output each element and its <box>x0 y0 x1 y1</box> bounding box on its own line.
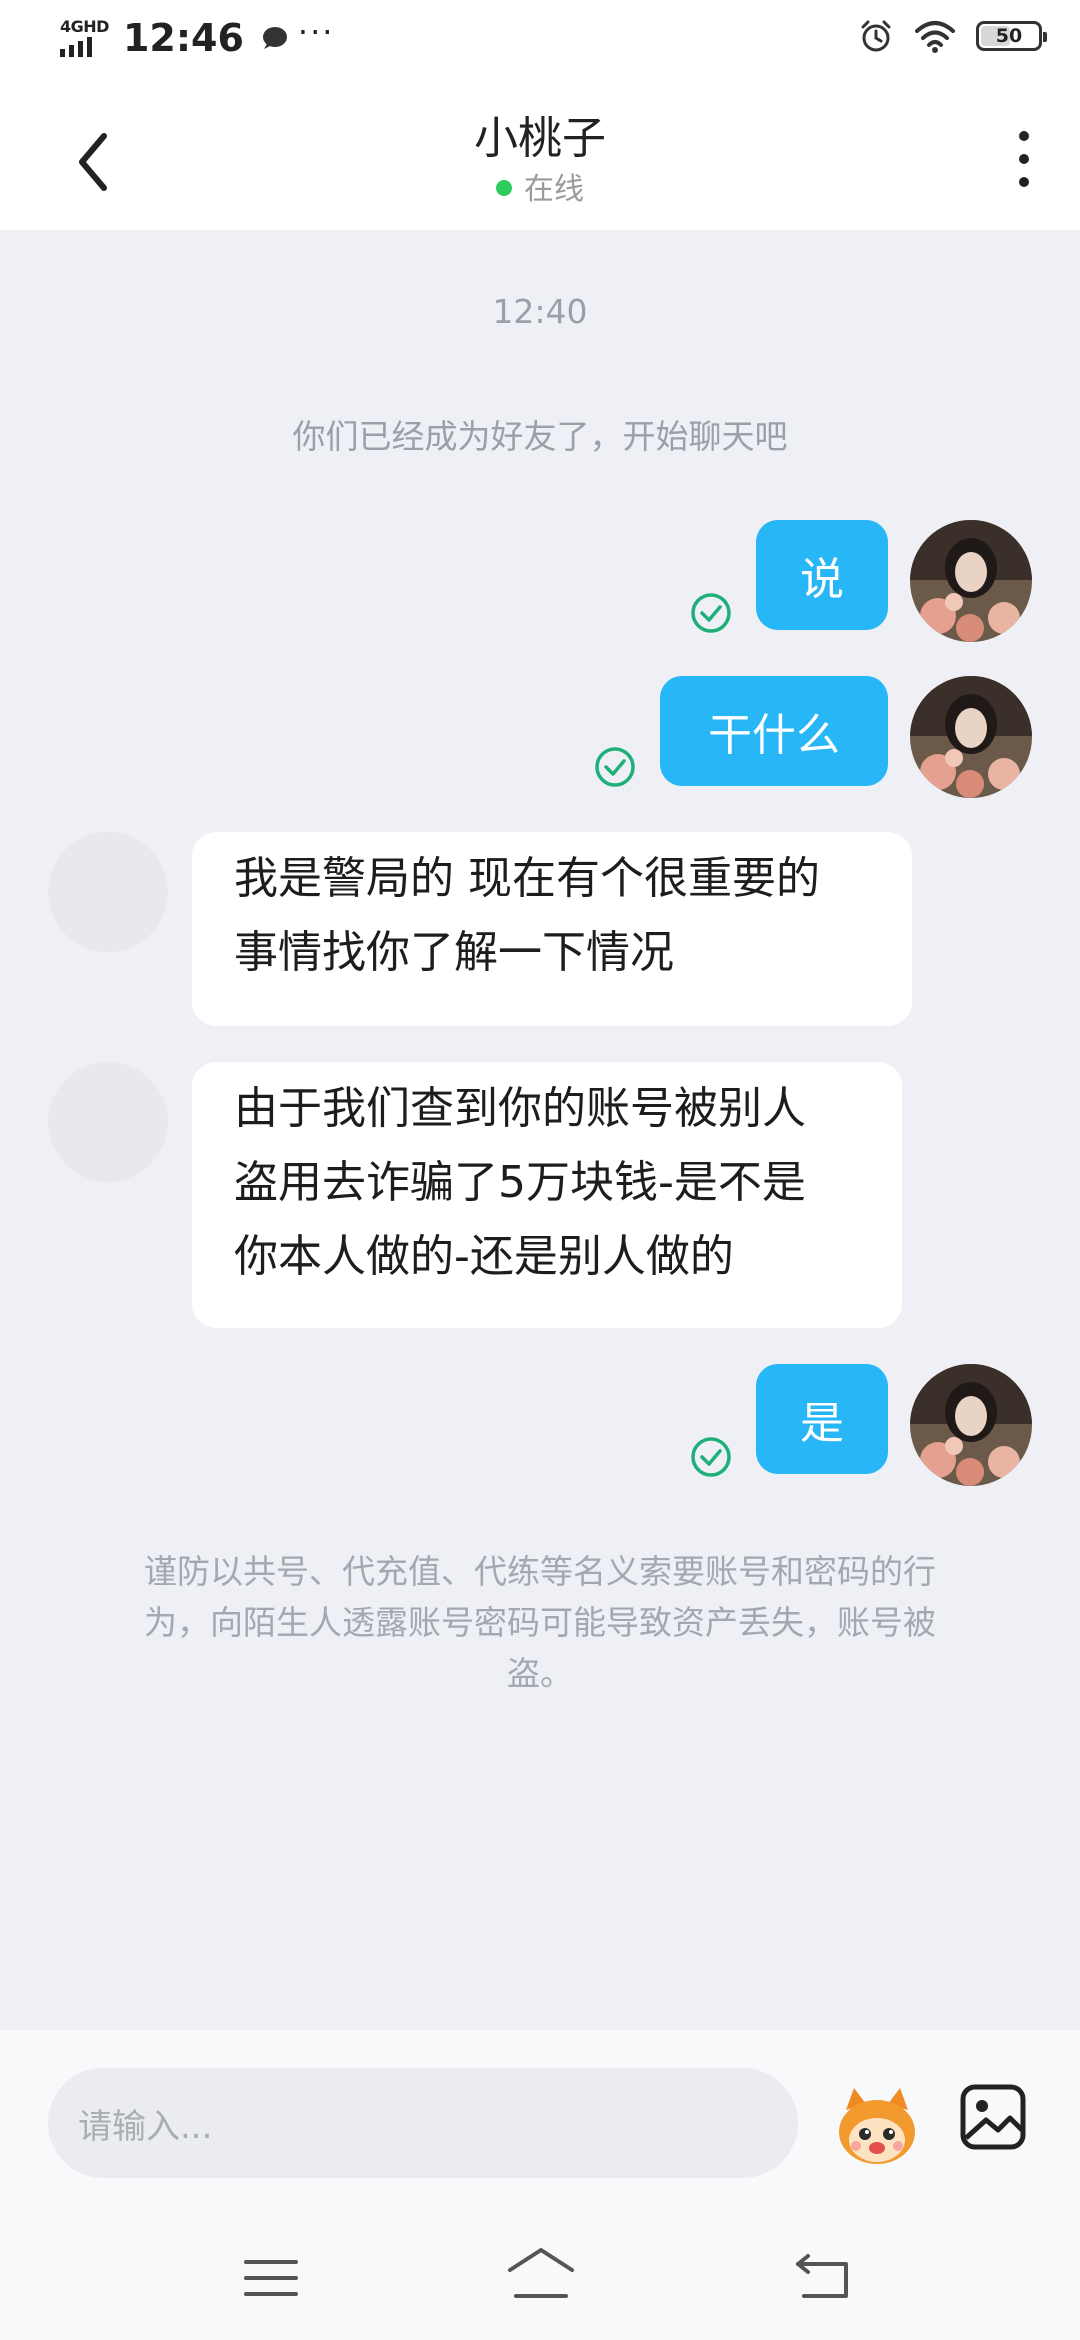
message-text: 干什么 <box>708 710 840 761</box>
status-left: 4GHD 12:46 ··· <box>60 13 335 60</box>
message-text-line: 事情找你了解一下情况 <box>234 927 674 978</box>
message-bubble-received[interactable]: 我是警局的 现在有个很重要的 事情找你了解一下情况 <box>192 832 912 1026</box>
status-right: 50 <box>858 18 1047 54</box>
message-bubble-received[interactable]: 由于我们查到你的账号被别人 盗用去诈骗了5万块钱-是不是 你本人做的-还是别人做… <box>192 1062 902 1328</box>
more-vertical-icon[interactable] <box>1012 124 1036 194</box>
input-bar: 请输入... <box>0 2030 1080 2220</box>
system-message: 你们已经成为好友了，开始聊天吧 <box>292 417 788 456</box>
message-bubble-sent[interactable]: 是 <box>756 1364 888 1474</box>
online-status: 在线 <box>0 164 1080 208</box>
input-placeholder: 请输入... <box>78 2106 213 2147</box>
warning-line: 盗。 <box>507 1654 573 1693</box>
alarm-icon <box>861 20 891 52</box>
contact-avatar[interactable] <box>48 1062 168 1182</box>
battery-level: 50 <box>995 25 1023 47</box>
message-text-line: 我是警局的 现在有个很重要的 <box>234 853 820 904</box>
message-notification-icon <box>262 27 287 49</box>
avatar-image <box>910 676 1032 798</box>
network-type: 4GHD <box>60 17 109 36</box>
my-avatar[interactable] <box>910 520 1032 642</box>
recent-apps-icon[interactable] <box>244 2256 298 2300</box>
online-status-label: 在线 <box>524 172 584 207</box>
contact-name: 小桃子 <box>474 113 606 164</box>
nav-back-icon[interactable] <box>794 2250 852 2300</box>
check-circle-icon <box>691 1437 731 1477</box>
message-text-line: 由于我们查到你的账号被别人 <box>234 1083 806 1134</box>
wifi-icon <box>915 21 955 53</box>
message-bubble-sent[interactable]: 干什么 <box>660 676 888 786</box>
signal-indicator: 4GHD <box>60 19 109 57</box>
my-avatar[interactable] <box>910 1364 1032 1486</box>
warning-line: 为，向陌生人透露账号密码可能导致资产丢失，账号被 <box>144 1603 936 1642</box>
signal-icon <box>60 37 92 57</box>
more-notifications-icon: ··· <box>297 13 335 51</box>
image-icon[interactable] <box>958 2082 1028 2152</box>
message-text: 是 <box>800 1398 844 1449</box>
message-text-line: 盗用去诈骗了5万块钱-是不是 <box>234 1157 806 1208</box>
contact-avatar[interactable] <box>48 832 168 952</box>
message-input[interactable]: 请输入... <box>48 2068 798 2178</box>
chat-header: 小桃子 在线 <box>0 84 1080 230</box>
avatar-image <box>910 1364 1032 1486</box>
check-circle-icon <box>595 747 635 787</box>
status-time: 12:46 <box>122 16 244 60</box>
security-warning: 谨防以共号、代充值、代练等名义索要账号和密码的行 为，向陌生人透露账号密码可能导… <box>100 1546 980 1699</box>
chat-area[interactable]: 12:40 你们已经成为好友了，开始聊天吧 说 干什么 我是警局的 现在有个很重… <box>0 230 1080 2030</box>
message-bubble-sent[interactable]: 说 <box>756 520 888 630</box>
warning-line: 谨防以共号、代充值、代练等名义索要账号和密码的行 <box>144 1552 936 1591</box>
avatar-image <box>910 520 1032 642</box>
emoji-sticker-icon[interactable] <box>832 2080 922 2170</box>
system-nav-bar <box>0 2220 1080 2340</box>
online-dot-icon <box>496 180 512 196</box>
status-bar: 4GHD 12:46 ··· 50 <box>0 0 1080 84</box>
message-text: 说 <box>800 554 844 605</box>
my-avatar[interactable] <box>910 676 1032 798</box>
home-icon[interactable] <box>506 2246 576 2302</box>
message-text-line: 你本人做的-还是别人做的 <box>234 1231 734 1282</box>
battery-icon: 50 <box>976 21 1047 51</box>
check-circle-icon <box>691 593 731 633</box>
message-timestamp: 12:40 <box>492 292 588 331</box>
